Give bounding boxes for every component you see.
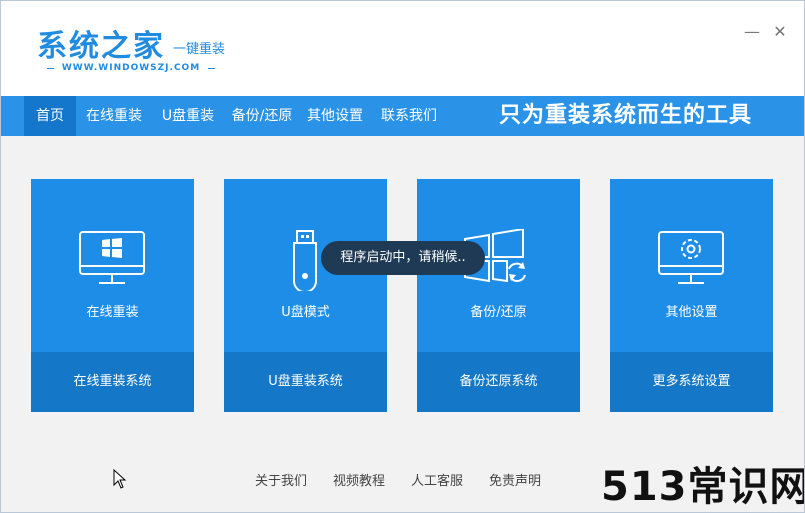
footer-link-disclaimer[interactable]: 免责声明 [489,470,541,489]
app-window: 系统之家 一键重装 WWW.WINDOWSZJ.COM — ✕ 首页 在线重装 … [0,0,805,513]
footer-link-about[interactable]: 关于我们 [255,470,307,489]
slogan: 只为重装系统而生的工具 [499,103,753,128]
close-button[interactable]: ✕ [771,23,789,41]
header: 系统之家 一键重装 WWW.WINDOWSZJ.COM — ✕ [1,1,804,96]
card-usb-mode[interactable]: U盘模式 U盘重装系统 [224,179,387,412]
card-label: 备份/还原 [470,305,527,320]
nav-item-online-reinstall[interactable]: 在线重装 [83,96,145,136]
logo-url-text: WWW.WINDOWSZJ.COM [61,63,201,73]
loading-toast: 程序启动中，请稍候.. [321,241,485,275]
logo-title: 系统之家 [37,29,165,64]
nav-item-backup-restore[interactable]: 备份/还原 [227,96,297,136]
card-action-button[interactable]: U盘重装系统 [224,352,387,412]
monitor-windows-icon [79,231,145,284]
minimize-button[interactable]: — [743,23,761,41]
card-online-reinstall[interactable]: 在线重装 在线重装系统 [31,179,194,412]
card-backup-restore[interactable]: 备份/还原 备份还原系统 [417,179,580,412]
mouse-cursor-icon [113,469,127,489]
card-other-settings[interactable]: 其他设置 更多系统设置 [610,179,773,412]
nav-item-usb-reinstall[interactable]: U盘重装 [157,96,219,136]
nav-item-contact[interactable]: 联系我们 [378,96,440,136]
card-action-button[interactable]: 备份还原系统 [417,352,580,412]
card-label: 其他设置 [665,305,718,320]
card-action-button[interactable]: 更多系统设置 [610,352,773,412]
nav-item-home[interactable]: 首页 [24,96,76,136]
watermark: 513常识网 [601,464,805,510]
logo-url: WWW.WINDOWSZJ.COM [39,61,223,75]
logo-subtitle: 一键重装 [173,42,226,57]
card-action-button[interactable]: 在线重装系统 [31,352,194,412]
nav-bar: 首页 在线重装 U盘重装 备份/还原 其他设置 联系我们 只为重装系统而生的工具 [1,96,804,136]
nav-item-other-settings[interactable]: 其他设置 [304,96,366,136]
card-label: U盘模式 [281,305,330,320]
footer-link-video-tutorial[interactable]: 视频教程 [333,470,385,489]
logo-dash-right [208,67,215,69]
card-label: 在线重装 [86,305,139,320]
monitor-gear-icon [658,231,724,284]
card-top[interactable]: 在线重装 [31,179,194,352]
card-top[interactable]: 其他设置 [610,179,773,352]
logo-dash-left [47,67,54,69]
footer-link-support[interactable]: 人工客服 [411,470,463,489]
